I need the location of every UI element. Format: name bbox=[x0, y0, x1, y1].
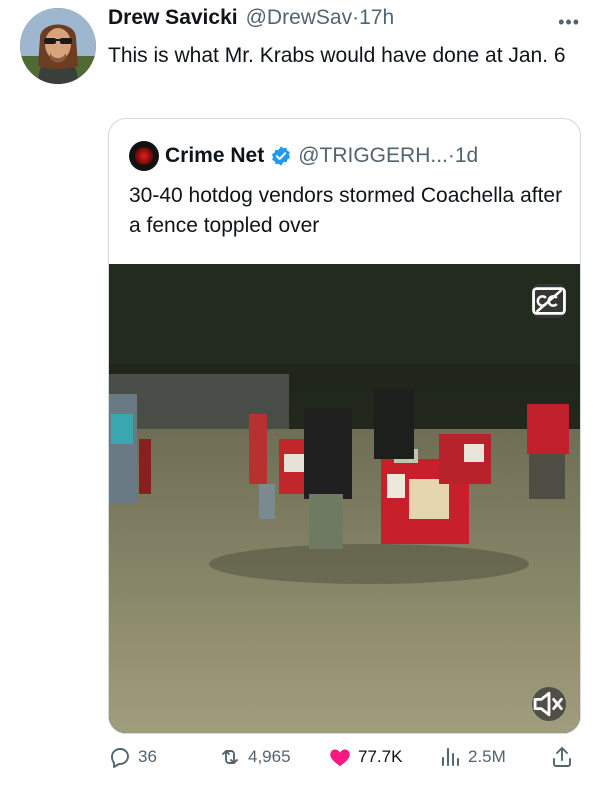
author-handle[interactable]: @DrewSav·17h bbox=[246, 6, 395, 30]
tweet-text: This is what Mr. Krabs would have done a… bbox=[108, 44, 566, 67]
views-button[interactable]: 2.5M bbox=[438, 745, 506, 769]
author-handle-text[interactable]: @DrewSav bbox=[246, 6, 353, 29]
repost-count: 4,965 bbox=[248, 747, 291, 766]
heart-icon bbox=[330, 749, 350, 766]
reply-button[interactable]: 36 bbox=[108, 745, 157, 769]
video-player[interactable] bbox=[109, 264, 580, 733]
muted-speaker-icon[interactable] bbox=[532, 687, 566, 721]
views-count: 2.5M bbox=[468, 747, 506, 766]
reply-count: 36 bbox=[138, 747, 157, 766]
share-icon bbox=[553, 747, 571, 767]
action-bar: 36 4,965 77.7K 2.5M bbox=[108, 745, 588, 779]
like-count: 77.7K bbox=[358, 747, 403, 766]
share-button[interactable] bbox=[550, 745, 574, 769]
tweet-header: Drew Savicki @DrewSav·17h bbox=[108, 6, 394, 30]
avatar-image bbox=[20, 8, 96, 84]
quoted-tweet-text: 30-40 hotdog vendors stormed Coachella a… bbox=[129, 184, 563, 237]
quoted-time-separator: · bbox=[447, 144, 455, 167]
muted-speaker-glyph bbox=[533, 691, 563, 717]
author-display-name[interactable]: Drew Savicki bbox=[108, 6, 238, 30]
repost-icon bbox=[222, 750, 238, 764]
quoted-handle[interactable]: @TRIGGERH...·1d bbox=[298, 144, 478, 168]
repost-button[interactable]: 4,965 bbox=[218, 745, 291, 769]
verified-badge-icon bbox=[272, 146, 291, 166]
video-frame bbox=[109, 264, 580, 733]
like-button[interactable]: 77.7K bbox=[328, 745, 402, 769]
quoted-display-name[interactable]: Crime Net bbox=[165, 144, 264, 168]
tweet-time[interactable]: 17h bbox=[359, 6, 394, 29]
quoted-avatar[interactable] bbox=[129, 141, 159, 171]
closed-captions-icon[interactable] bbox=[532, 284, 566, 318]
avatar[interactable] bbox=[20, 8, 96, 84]
quoted-time[interactable]: 1d bbox=[455, 144, 478, 167]
quoted-handle-text[interactable]: @TRIGGERH... bbox=[298, 144, 448, 167]
views-icon bbox=[442, 748, 459, 766]
quoted-tweet-header: Crime Net @TRIGGERH...·1d bbox=[129, 141, 478, 171]
reply-icon bbox=[111, 748, 129, 768]
quoted-tweet-card[interactable]: Crime Net @TRIGGERH...·1d 30-40 hotdog v… bbox=[108, 118, 581, 734]
more-icon[interactable]: ••• bbox=[558, 12, 580, 33]
closed-captions-glyph bbox=[532, 287, 566, 315]
